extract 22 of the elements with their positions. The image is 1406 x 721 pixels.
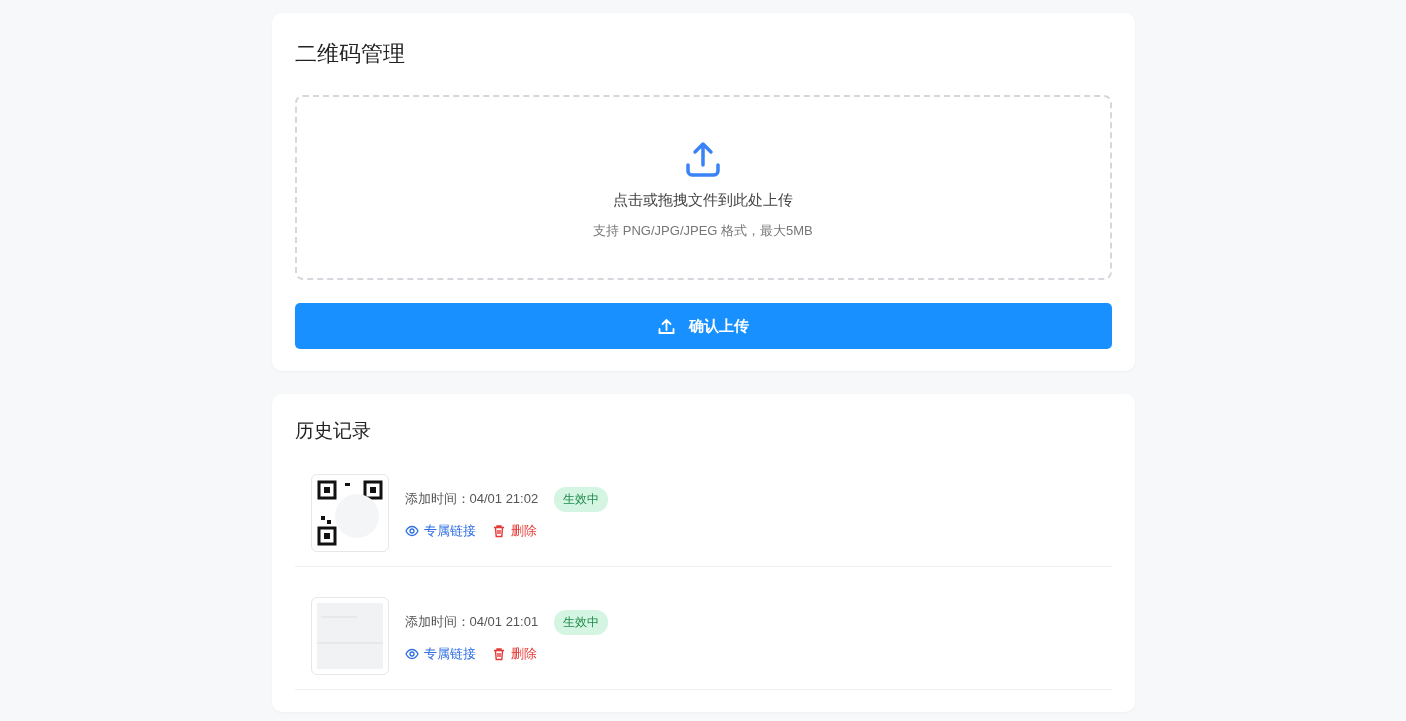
confirm-upload-button[interactable]: 确认上传 xyxy=(294,303,1112,349)
upload-hint: 支持 PNG/JPG/JPEG 格式，最大5MB xyxy=(593,222,813,240)
card-title: 历史记录 xyxy=(294,419,372,443)
upload-dropzone[interactable]: 点击或拖拽文件到此处上传 支持 PNG/JPG/JPEG 格式，最大5MB xyxy=(294,95,1112,280)
upload-prompt: 点击或拖拽文件到此处上传 xyxy=(613,191,793,210)
eye-icon xyxy=(404,646,419,661)
qr-code-drawing xyxy=(316,480,383,546)
exclusive-link[interactable]: 专属链接 xyxy=(404,644,476,663)
eye-icon xyxy=(404,523,419,538)
added-time: 添加时间：04/01 21:01 xyxy=(404,613,539,631)
exclusive-link[interactable]: 专属链接 xyxy=(404,521,476,540)
delete-button[interactable]: 删除 xyxy=(491,644,537,663)
upload-icon xyxy=(684,141,722,179)
trash-icon xyxy=(491,523,506,538)
added-time: 添加时间：04/01 21:02 xyxy=(404,490,539,508)
status-badge: 生效中 xyxy=(554,486,609,512)
trash-icon xyxy=(491,646,506,661)
card-title: 二维码管理 xyxy=(294,40,406,68)
delete-button[interactable]: 删除 xyxy=(491,521,537,540)
image-placeholder xyxy=(316,603,383,669)
status-badge: 生效中 xyxy=(554,609,609,635)
upload-icon xyxy=(657,317,675,335)
